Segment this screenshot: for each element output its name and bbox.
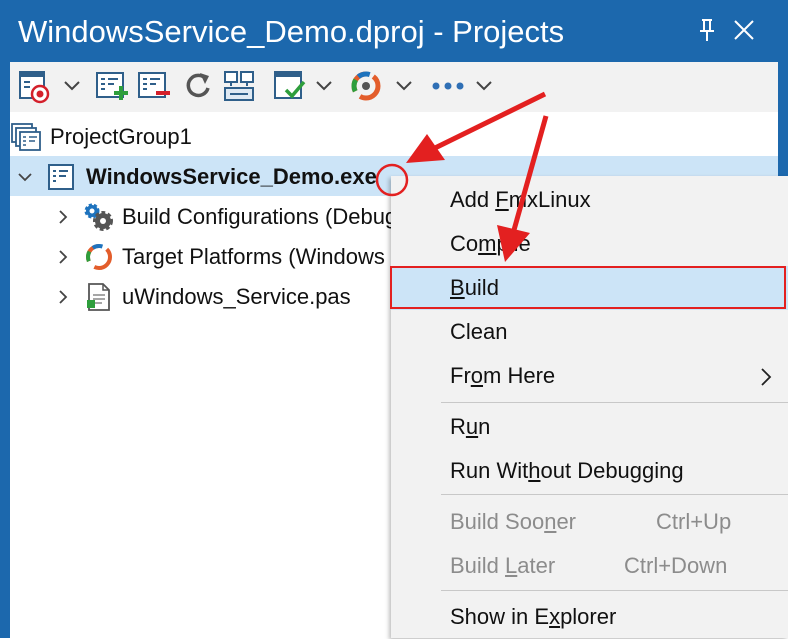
menu-item-shortcut: Ctrl+Down <box>624 553 728 578</box>
options-icon[interactable] <box>272 68 308 104</box>
more-icon[interactable] <box>428 68 468 104</box>
project-icon <box>46 162 76 197</box>
chevron-right-icon[interactable] <box>54 208 72 231</box>
menu-item-run[interactable]: Run <box>391 405 788 449</box>
context-menu: Add FmxLinux Compile Build Clean From He… <box>391 176 788 638</box>
menu-item-show-in-explorer[interactable]: Show in Explorer <box>391 595 788 639</box>
chevron-down-icon[interactable] <box>16 168 34 191</box>
menu-item-label: Add FmxLinux <box>450 187 591 212</box>
menu-item-label: From Here <box>450 363 556 388</box>
menu-separator <box>441 402 788 403</box>
refresh-icon[interactable] <box>180 68 216 104</box>
menu-item-build[interactable]: Build <box>391 266 788 310</box>
target-platforms-icon <box>84 242 114 277</box>
chevron-down-icon[interactable] <box>472 68 496 104</box>
project-group-icon <box>10 122 44 157</box>
menu-item-label: Compile <box>450 231 531 256</box>
menu-item-run-without-debugging[interactable]: Run Without Debugging <box>391 449 788 493</box>
menu-item-compile[interactable]: Compile <box>391 222 788 266</box>
menu-item-label: Build <box>450 275 499 300</box>
menu-item-label: Run Without Debugging <box>450 458 684 483</box>
window-title: WindowsService_Demo.dproj - Projects <box>18 14 565 49</box>
menu-item-add-fmxlinux[interactable]: Add FmxLinux <box>391 178 788 222</box>
build-all-icon[interactable] <box>222 68 258 104</box>
target-platforms-icon[interactable] <box>348 68 384 104</box>
chevron-down-icon[interactable] <box>312 68 336 104</box>
projects-window: WindowsService_Demo.dproj - Projects Pro… <box>0 0 788 638</box>
pin-icon[interactable] <box>693 16 721 44</box>
menu-item-clean[interactable]: Clean <box>391 310 788 354</box>
build-configurations-label: Build Configurations (Debug) <box>122 204 405 229</box>
menu-item-label: Clean <box>450 319 508 344</box>
chevron-right-icon <box>759 367 773 392</box>
menu-item-build-later: Build Later Ctrl+Down <box>391 544 788 588</box>
chevron-right-icon[interactable] <box>54 248 72 271</box>
toolbar <box>10 62 778 112</box>
close-icon[interactable] <box>730 16 758 44</box>
tree-row-project-group[interactable]: ProjectGroup1 <box>10 116 778 156</box>
add-new-icon[interactable] <box>94 68 130 104</box>
menu-item-label: Show in Explorer <box>450 604 617 629</box>
title-bar: WindowsService_Demo.dproj - Projects <box>0 0 788 62</box>
gears-icon <box>82 202 116 237</box>
chevron-right-icon[interactable] <box>54 288 72 311</box>
menu-item-label: Build Later <box>450 553 556 578</box>
menu-separator <box>441 494 788 495</box>
chevron-down-icon[interactable] <box>392 68 416 104</box>
project-label: WindowsService_Demo.exe <box>86 164 377 189</box>
menu-separator <box>441 590 788 591</box>
chevron-down-icon[interactable] <box>60 68 84 104</box>
menu-item-build-sooner: Build Sooner Ctrl+Up <box>391 500 788 544</box>
pas-file-icon <box>84 282 114 317</box>
menu-item-from-here[interactable]: From Here <box>391 354 788 398</box>
menu-item-label: Run <box>450 414 491 439</box>
remove-icon[interactable] <box>136 68 172 104</box>
run-project-icon[interactable] <box>16 68 52 104</box>
menu-item-label: Build Sooner <box>450 509 576 534</box>
window-border-left <box>0 62 10 638</box>
menu-item-shortcut: Ctrl+Up <box>656 509 732 534</box>
project-group-label: ProjectGroup1 <box>50 124 192 149</box>
unit-file-label: uWindows_Service.pas <box>122 284 351 309</box>
